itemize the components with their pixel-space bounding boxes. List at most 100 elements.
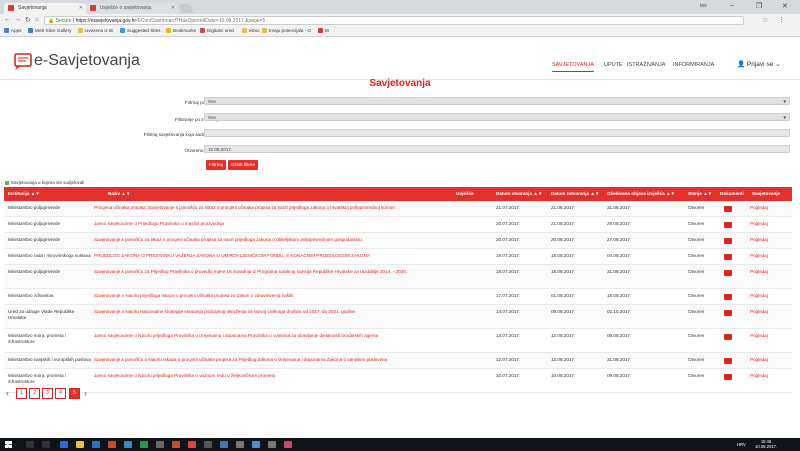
bookmark-item[interactable]: Digitalni ured: [200, 28, 234, 33]
view-consultation-link[interactable]: Pogledaj: [750, 221, 768, 227]
page-link-current[interactable]: 5: [69, 388, 80, 399]
chrome-icon[interactable]: [188, 441, 196, 448]
app-icon[interactable]: [268, 441, 276, 448]
nav-upute[interactable]: UPUTE: [604, 62, 623, 68]
acrobat-icon[interactable]: [108, 441, 116, 448]
app-icon[interactable]: [236, 441, 244, 448]
page-link[interactable]: 2: [29, 388, 40, 399]
bookmark-item[interactable]: Apps: [4, 28, 21, 33]
page-link[interactable]: 4: [55, 388, 66, 399]
documents-folder-icon[interactable]: [724, 358, 732, 364]
app-icon[interactable]: [204, 441, 212, 448]
edge-icon[interactable]: [60, 441, 68, 448]
excel-icon[interactable]: [140, 441, 148, 448]
status-filter-select[interactable]: Sve ▼: [204, 97, 790, 105]
consultation-title-link[interactable]: Javno savjetovanje o Nacrtu prijedloga P…: [94, 373, 454, 379]
close-tab-icon[interactable]: ✕: [171, 5, 175, 11]
menu-icon[interactable]: ⋮: [778, 16, 785, 24]
login-button[interactable]: 👤 Prijavi se ⌄: [737, 60, 781, 68]
view-consultation-link[interactable]: Pogledaj: [750, 205, 768, 211]
windows-start-icon[interactable]: [5, 441, 12, 448]
view-consultation-link[interactable]: Pogledaj: [750, 253, 768, 259]
keyword-filter-input[interactable]: [204, 129, 790, 137]
maximize-icon[interactable]: ❐: [756, 2, 762, 10]
bookmark-item[interactable]: Suggested Sites: [120, 28, 160, 33]
bookmark-item[interactable]: Imaju potencijala - O: [262, 28, 311, 33]
view-consultation-link[interactable]: Pogledaj: [750, 357, 768, 363]
date-filter-input[interactable]: 10.08.2017.: [204, 145, 790, 153]
forward-icon[interactable]: →: [14, 16, 21, 23]
consultation-title-link[interactable]: Savjetovanje o Nacrtu prijedloga Iskaza …: [94, 293, 454, 299]
column-header-expected[interactable]: Očekivana objava izvješća ▲▼: [607, 191, 675, 196]
word-icon[interactable]: [92, 441, 100, 448]
view-consultation-link[interactable]: Pogledaj: [750, 333, 768, 339]
column-header-closed[interactable]: Datum zatvaranja ▲▼: [551, 191, 599, 196]
prev-page-icon[interactable]: ‹: [6, 388, 9, 399]
consultation-title-link[interactable]: Savjetovanje s javnošću o Nacrtu Iskaza …: [94, 357, 454, 363]
page-link[interactable]: 3: [42, 388, 53, 399]
institution-filter-select[interactable]: Sve ▼: [204, 113, 790, 121]
documents-folder-icon[interactable]: [724, 238, 732, 244]
file-explorer-icon[interactable]: [76, 441, 84, 448]
browser-tab-active[interactable]: Savjetovanja ✕: [4, 3, 86, 14]
bookmark-item[interactable]: M: [318, 28, 329, 33]
app-icon[interactable]: [284, 441, 292, 448]
documents-folder-icon[interactable]: [724, 334, 732, 340]
column-header-institution[interactable]: Institucija ▲▼: [8, 191, 40, 196]
consultation-title-link[interactable]: Savjetovanje s javnošću za Iskaz o procj…: [94, 237, 454, 243]
consultation-title-link[interactable]: Procjena učinaka propisa: Savjetovanje s…: [94, 205, 454, 211]
bookmark-item[interactable]: Uvezeno iz IE: [78, 28, 113, 33]
minimize-icon[interactable]: –: [730, 2, 734, 9]
close-tab-icon[interactable]: ✕: [79, 5, 83, 11]
reload-icon[interactable]: ↻: [25, 16, 31, 24]
nav-savjetovanja[interactable]: SAVJETOVANJA: [552, 62, 594, 72]
consultation-title-link[interactable]: Savjetovanje s javnošću za Prijedlog Pra…: [94, 269, 454, 275]
documents-folder-icon[interactable]: [724, 294, 732, 300]
view-consultation-link[interactable]: Pogledaj: [750, 237, 768, 243]
address-bar[interactable]: 🔒 Secure | https://esavjetovanja.gov.hr/…: [44, 16, 744, 25]
language-indicator[interactable]: HRV: [737, 442, 746, 447]
bookmark-item[interactable]: Web Slice Gallery: [28, 28, 71, 33]
documents-folder-icon[interactable]: [724, 270, 732, 276]
clear-filters-button[interactable]: Očisti filtere: [228, 160, 258, 170]
documents-folder-icon[interactable]: [724, 206, 732, 212]
new-tab-button[interactable]: [178, 4, 194, 13]
bookmark-star-icon[interactable]: ☆: [762, 16, 768, 24]
task-view-icon[interactable]: [42, 441, 50, 448]
column-header-opened[interactable]: Datum otvaranja ▲▼: [496, 191, 542, 196]
app-icon[interactable]: [220, 441, 228, 448]
app-icon[interactable]: [252, 441, 260, 448]
consultation-title-link[interactable]: Javno savjetovanje o Nacrtu prijedloga P…: [94, 333, 454, 339]
column-header-status[interactable]: Stanje ▲▼: [688, 191, 712, 196]
nav-informiranja[interactable]: INFORMIRANJA: [673, 62, 714, 68]
browser-profile-chip[interactable]: tes: [700, 3, 707, 9]
bookmark-item[interactable]: eDoc: [242, 28, 260, 33]
view-consultation-link[interactable]: Pogledaj: [750, 309, 768, 315]
back-icon[interactable]: ←: [4, 16, 11, 23]
documents-folder-icon[interactable]: [724, 222, 732, 228]
app-icon[interactable]: [156, 441, 164, 448]
close-window-icon[interactable]: ✕: [782, 2, 788, 10]
view-consultation-link[interactable]: Pogledaj: [750, 269, 768, 275]
page-link[interactable]: 1: [16, 388, 27, 399]
bookmark-item[interactable]: Bookmarks: [166, 28, 196, 33]
consultation-title-link[interactable]: PRIJEDLOG ZAKONA O PRESTANKU VAŽENJA ZAK…: [94, 253, 454, 259]
column-header-name[interactable]: Naziv ▲▼: [108, 191, 130, 196]
powerpoint-icon[interactable]: [172, 441, 180, 448]
outlook-icon[interactable]: [124, 441, 132, 448]
view-consultation-link[interactable]: Pogledaj: [750, 373, 768, 379]
documents-folder-icon[interactable]: [724, 254, 732, 260]
browser-tab-inactive[interactable]: Izvješće o savjetovanju ✕: [86, 3, 178, 14]
documents-folder-icon[interactable]: [724, 374, 732, 380]
nav-istrazivanja[interactable]: ISTRAŽIVANJA: [627, 62, 665, 68]
filter-button[interactable]: Filtriraj: [206, 160, 226, 170]
consultation-title-link[interactable]: Javno savjetovanje o Prijedlogu Pravilni…: [94, 221, 454, 227]
view-consultation-link[interactable]: Pogledaj: [750, 293, 768, 299]
taskbar-clock[interactable]: 15:45 10.08.2017.: [755, 439, 777, 449]
documents-folder-icon[interactable]: [724, 310, 732, 316]
next-page-icon[interactable]: ›: [84, 388, 87, 399]
site-logo-text[interactable]: e-Savjetovanja: [34, 52, 140, 70]
consultation-title-link[interactable]: Savjetovanje o Nacrtu Nacionalne strateg…: [94, 309, 454, 315]
home-icon[interactable]: ⌂: [35, 17, 39, 23]
search-icon[interactable]: [26, 441, 34, 448]
